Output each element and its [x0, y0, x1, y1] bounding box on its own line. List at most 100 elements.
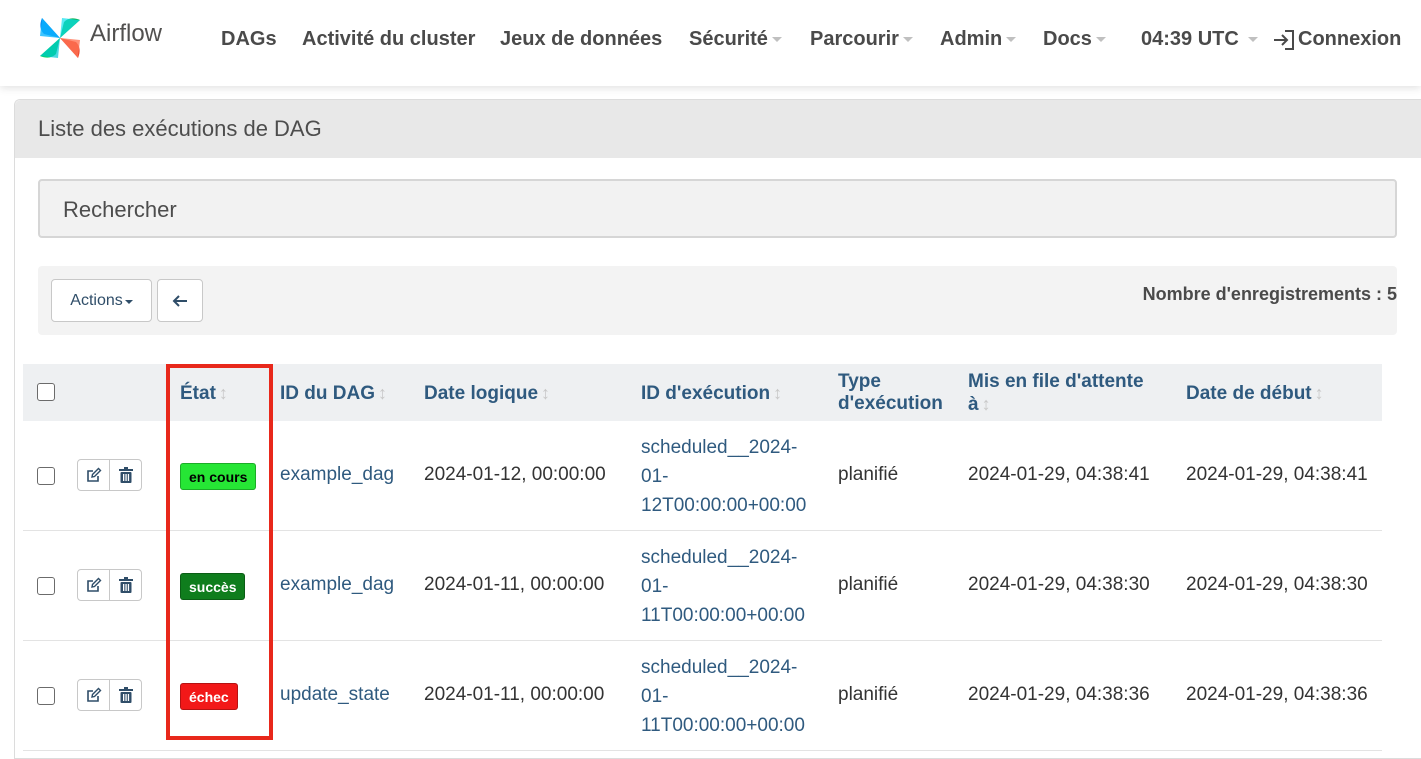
edit-icon: [86, 467, 102, 482]
top-navbar: Airflow DAGs Activité du cluster Jeux de…: [0, 0, 1421, 86]
queued-at: 2024-01-29, 04:38:30: [968, 574, 1150, 595]
header-run-type[interactable]: Type d'exécution: [838, 371, 943, 415]
chevron-down-icon: [771, 37, 782, 43]
sort-icon: ↕: [773, 383, 783, 403]
trash-icon: [118, 577, 133, 593]
chevron-down-icon: [1006, 37, 1017, 43]
nav-login[interactable]: Connexion: [1272, 28, 1401, 51]
search-input[interactable]: Rechercher: [38, 179, 1397, 238]
nav-browse-label: Parcourir: [810, 28, 899, 50]
header-state[interactable]: État ↕: [180, 382, 228, 405]
run-type: planifié: [838, 574, 899, 595]
nav-browse[interactable]: Parcourir: [810, 28, 913, 51]
chevron-down-icon: [124, 299, 133, 304]
row-checkbox[interactable]: [37, 467, 55, 485]
brand-name: Airflow: [90, 20, 163, 47]
run-id-part: 12T00:00:00+00:00: [641, 495, 807, 516]
start-date: 2024-01-29, 04:38:30: [1186, 574, 1368, 595]
nav-docs[interactable]: Docs: [1043, 28, 1106, 51]
table-header: État ↕ ID du DAG ↕ Date logique ↕ ID d'exéc…: [23, 364, 1382, 421]
sort-icon: ↕: [981, 394, 991, 414]
header-run-id-label: ID d'exécution: [641, 383, 771, 404]
actions-dropdown-button[interactable]: Actions: [51, 279, 152, 322]
airflow-logo-icon: [40, 18, 80, 58]
run-id-link[interactable]: scheduled__2024- 01- 11T00:00:00+00:00: [641, 653, 805, 740]
dag-runs-table: État ↕ ID du DAG ↕ Date logique ↕ ID d'exéc…: [23, 364, 1382, 751]
nav-security[interactable]: Sécurité: [689, 28, 782, 51]
header-logical-date-label: Date logique: [424, 383, 539, 404]
header-queued-at[interactable]: Mis en file d'attente à ↕: [968, 371, 1144, 416]
header-start-date[interactable]: Date de début ↕: [1186, 382, 1324, 405]
header-queued-l1: Mis en file d'attente: [968, 371, 1144, 392]
run-id-link[interactable]: scheduled__2024- 01- 12T00:00:00+00:00: [641, 433, 806, 520]
sort-icon: ↕: [541, 383, 551, 403]
start-date: 2024-01-29, 04:38:36: [1186, 684, 1368, 705]
chevron-down-icon: [1248, 37, 1259, 43]
arrow-left-icon: [172, 294, 187, 307]
chevron-down-icon: [902, 37, 913, 43]
select-all-checkbox[interactable]: [37, 383, 55, 401]
state-badge-success: succès: [180, 573, 246, 600]
delete-button[interactable]: [109, 570, 141, 600]
nav-admin[interactable]: Admin: [940, 28, 1017, 51]
nav-admin-label: Admin: [940, 28, 1003, 50]
sort-icon: ↕: [218, 383, 228, 403]
delete-button[interactable]: [109, 460, 141, 490]
table-row: en cours example_dag 2024-01-12, 00:00:0…: [23, 421, 1382, 531]
run-id-part: 01-: [641, 466, 669, 487]
run-id-part: 01-: [641, 576, 669, 597]
run-id-part: scheduled__2024-: [641, 437, 798, 458]
header-queued-l2: à: [968, 394, 979, 415]
state-badge-running: en cours: [180, 463, 257, 490]
sort-icon: ↕: [1314, 383, 1324, 403]
header-run-id[interactable]: ID d'exécution ↕: [641, 382, 782, 405]
header-dag-id-label: ID du DAG: [280, 383, 375, 404]
edit-button[interactable]: [78, 570, 109, 600]
panel-title: Liste des exécutions de DAG: [15, 100, 1421, 158]
run-type: planifié: [838, 684, 899, 705]
table-row: succès example_dag 2024-01-11, 00:00:00 …: [23, 531, 1382, 641]
header-run-type-l2: d'exécution: [838, 393, 943, 414]
state-badge-failed: échec: [180, 683, 238, 710]
run-id-link[interactable]: scheduled__2024- 01- 11T00:00:00+00:00: [641, 543, 805, 630]
row-actions: [77, 569, 142, 601]
header-run-type-l1: Type: [838, 371, 881, 392]
run-id-part: 01-: [641, 686, 669, 707]
nav-security-label: Sécurité: [689, 28, 768, 50]
delete-button[interactable]: [109, 680, 141, 710]
edit-icon: [86, 577, 102, 592]
dag-id-link[interactable]: example_dag: [280, 464, 394, 486]
run-id-part: scheduled__2024-: [641, 657, 798, 678]
actions-label: Actions: [70, 291, 123, 309]
trash-icon: [118, 687, 133, 703]
row-actions: [77, 679, 142, 711]
logical-date: 2024-01-12, 00:00:00: [424, 464, 606, 485]
sort-icon: ↕: [378, 383, 387, 403]
nav-datasets[interactable]: Jeux de données: [500, 28, 662, 51]
edit-button[interactable]: [78, 680, 109, 710]
logical-date: 2024-01-11, 00:00:00: [424, 574, 605, 595]
run-type: planifié: [838, 464, 899, 485]
run-id-part: 11T00:00:00+00:00: [641, 715, 805, 736]
dag-id-link[interactable]: update_state: [280, 684, 390, 706]
brand[interactable]: Airflow: [34, 12, 162, 64]
nav-login-label: Connexion: [1298, 28, 1402, 50]
header-dag-id[interactable]: ID du DAG ↕: [280, 382, 387, 405]
nav-cluster-activity[interactable]: Activité du cluster: [302, 28, 475, 51]
run-id-part: 11T00:00:00+00:00: [641, 605, 805, 626]
run-id-part: scheduled__2024-: [641, 547, 798, 568]
row-actions: [77, 459, 142, 491]
trash-icon: [118, 467, 133, 483]
dag-id-link[interactable]: example_dag: [280, 574, 394, 596]
nav-time-label: 04:39 UTC: [1141, 28, 1239, 50]
row-checkbox[interactable]: [37, 687, 55, 705]
nav-dags[interactable]: DAGs: [221, 28, 277, 51]
queued-at: 2024-01-29, 04:38:36: [968, 684, 1150, 705]
back-button[interactable]: [157, 279, 203, 322]
edit-button[interactable]: [78, 460, 109, 490]
header-logical-date[interactable]: Date logique ↕: [424, 382, 550, 405]
login-icon: [1274, 29, 1294, 50]
header-state-label: État: [180, 383, 216, 404]
row-checkbox[interactable]: [37, 577, 55, 595]
nav-timezone[interactable]: 04:39 UTC: [1141, 28, 1259, 51]
